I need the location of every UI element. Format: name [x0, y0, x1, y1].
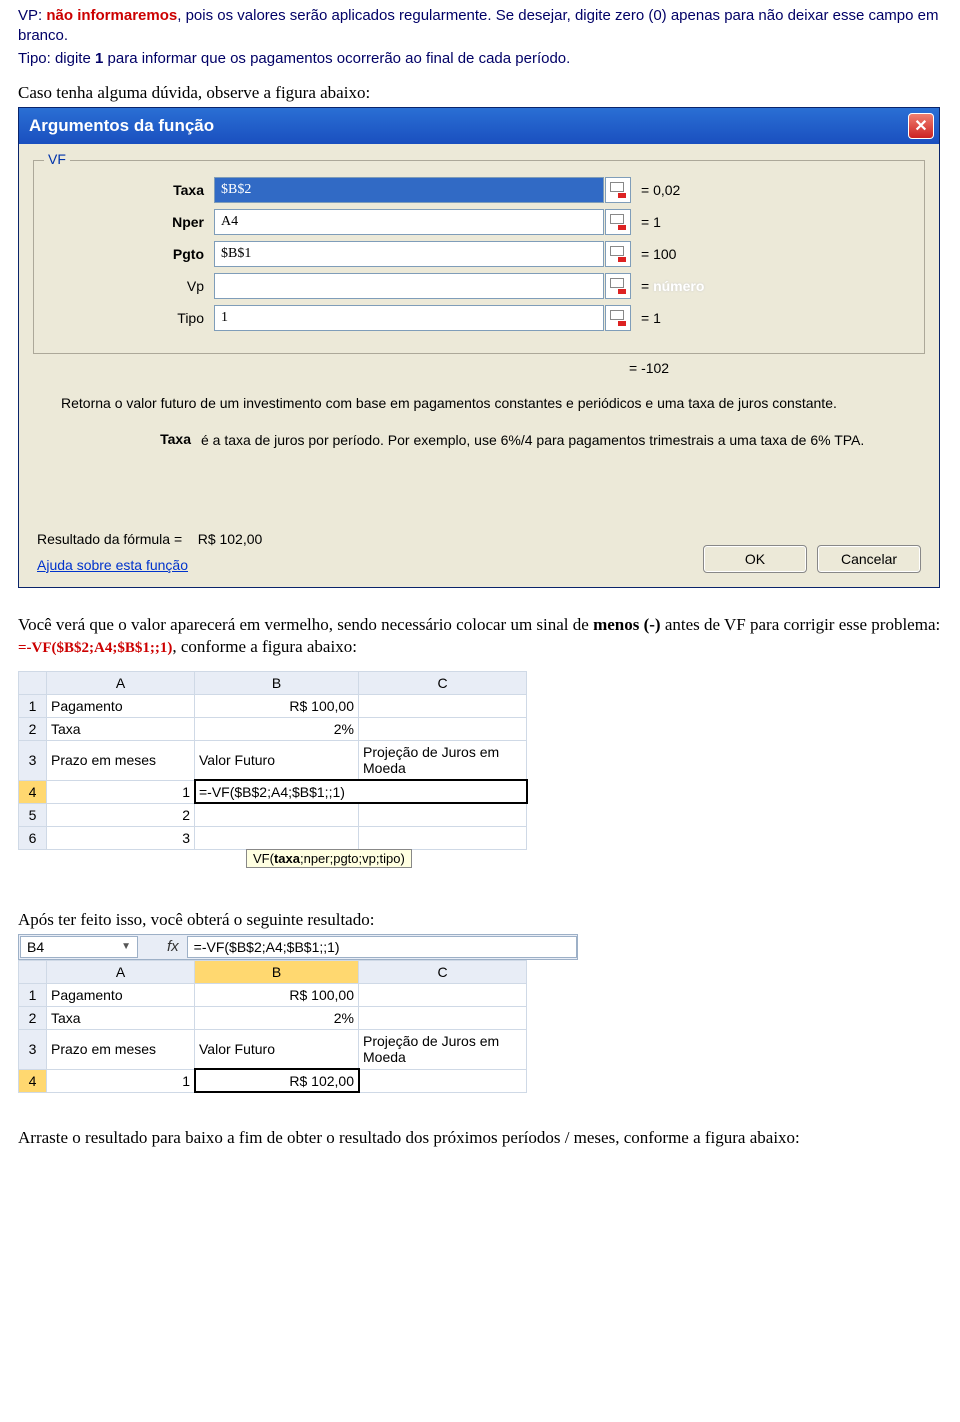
chevron-down-icon[interactable]: ▼ [121, 941, 131, 952]
param-help: Taxa é a taxa de juros por período. Por … [61, 431, 921, 451]
after-text: Após ter feito isso, você obterá o segui… [18, 910, 942, 930]
arg-label-vp: Vp [48, 278, 214, 294]
selected-cell[interactable]: R$ 102,00 [195, 1069, 359, 1092]
param-label: Taxa [61, 431, 201, 451]
ok-button[interactable]: OK [703, 545, 807, 573]
close-icon[interactable]: ✕ [908, 113, 934, 139]
function-result: = -102 [629, 360, 925, 376]
arg-input-nper[interactable] [214, 209, 604, 235]
spreadsheet-edit-figure: ABC 1PagamentoR$ 100,00 2Taxa2% 3Prazo e… [18, 671, 527, 850]
range-picker-icon[interactable] [605, 273, 631, 299]
arg-input-tipo[interactable] [214, 305, 604, 331]
range-picker-icon[interactable] [605, 305, 631, 331]
function-arguments-dialog: Argumentos da função ✕ VF Taxa = 0,02 Np… [18, 107, 940, 588]
help-link[interactable]: Ajuda sobre esta função [37, 557, 188, 573]
arg-label-tipo: Tipo [48, 310, 214, 326]
range-picker-icon[interactable] [605, 241, 631, 267]
intro-line1: VP: não informaremos, pois os valores se… [18, 6, 942, 47]
dialog-fieldset: VF Taxa = 0,02 Nper = 1 Pgto = 100 Vp [33, 160, 925, 354]
intro-line2: Tipo: digite 1 para informar que os paga… [18, 49, 942, 69]
formula-bar[interactable]: =-VF($B$2;A4;$B$1;;1) [187, 936, 577, 958]
figure-note: Caso tenha alguma dúvida, observe a figu… [18, 83, 942, 103]
formula-tooltip: VF(taxa;nper;pgto;vp;tipo) [246, 849, 412, 868]
arg-label-nper: Nper [48, 214, 214, 230]
arg-input-pgto[interactable] [214, 241, 604, 267]
formula-result: Resultado da fórmula = R$ 102,00 [37, 531, 262, 547]
function-name: VF [44, 151, 70, 167]
param-text: é a taxa de juros por período. Por exemp… [201, 431, 921, 451]
arg-label-taxa: Taxa [48, 182, 214, 198]
arg-result-nper: = 1 [641, 214, 661, 230]
range-picker-icon[interactable] [605, 209, 631, 235]
cancel-button[interactable]: Cancelar [817, 545, 921, 573]
function-description: Retorna o valor futuro de um investiment… [61, 394, 921, 414]
mid-paragraph: Você verá que o valor aparecerá em verme… [18, 614, 942, 659]
fx-icon[interactable]: fx [167, 938, 179, 955]
cell-editing[interactable]: =-VF($B$2;A4;$B$1;;1) [195, 780, 527, 803]
name-box[interactable]: B4▼ [20, 936, 138, 958]
arg-result-tipo: = 1 [641, 310, 661, 326]
arg-input-taxa[interactable] [214, 177, 604, 203]
arg-result-vp: = número [641, 278, 704, 294]
arg-result-taxa: = 0,02 [641, 182, 680, 198]
arg-result-pgto: = 100 [641, 246, 676, 262]
formula-bar-figure: B4▼ fx =-VF($B$2;A4;$B$1;;1) ABC 1Pagame… [18, 934, 942, 1093]
footer-paragraph: Arraste o resultado para baixo a fim de … [18, 1127, 942, 1149]
range-picker-icon[interactable] [605, 177, 631, 203]
dialog-titlebar: Argumentos da função ✕ [19, 108, 939, 144]
arg-input-vp[interactable] [214, 273, 604, 299]
dialog-title: Argumentos da função [29, 116, 214, 136]
arg-label-pgto: Pgto [48, 246, 214, 262]
